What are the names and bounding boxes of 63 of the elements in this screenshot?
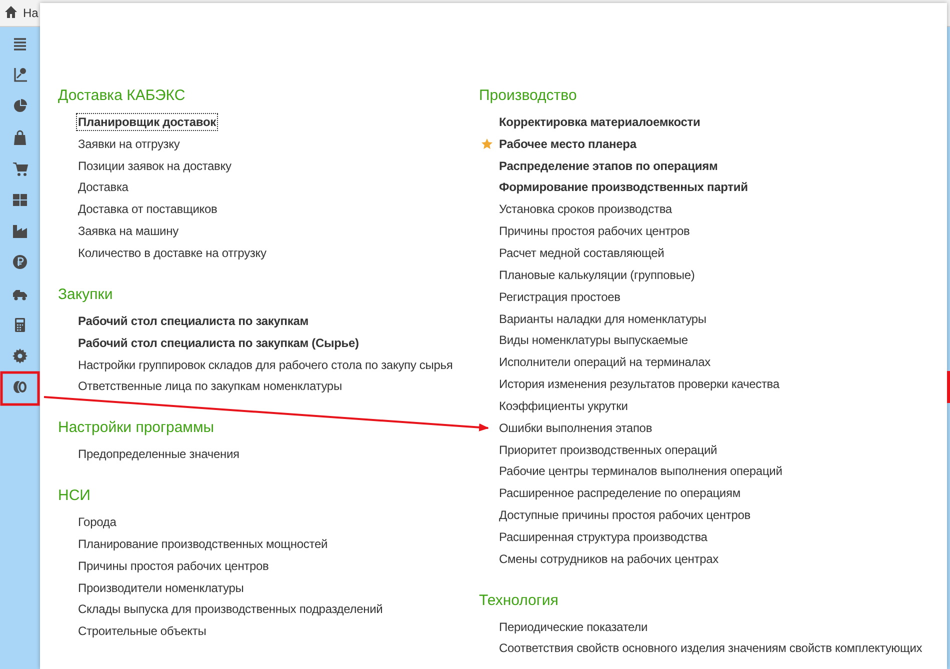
menu-link[interactable]: Распределение этапов по операциям xyxy=(498,158,719,174)
menu-link[interactable]: Количество в доставке на отгрузку xyxy=(77,244,268,261)
menu-link[interactable]: Корректировка материалоемкости xyxy=(498,114,702,130)
home-icon[interactable] xyxy=(4,5,18,19)
menu-link[interactable]: Формирование производственных партий xyxy=(498,179,749,196)
menu-link[interactable]: Доставка xyxy=(77,179,130,196)
menu-link[interactable]: Установка сроков производства xyxy=(498,201,673,218)
section-heading: НСИ xyxy=(58,486,92,506)
menu-link[interactable]: Периодические показатели xyxy=(498,618,649,635)
menu-link[interactable]: Склады выпуска для производственных подразделений xyxy=(77,601,384,618)
highlight-frame xyxy=(0,371,40,406)
section-heading: Доставка КАБЭКС xyxy=(58,86,186,106)
menu-link[interactable]: Причины простоя рабочих центров xyxy=(77,558,270,574)
highlight-frame xyxy=(947,371,950,403)
section-heading: Производство xyxy=(479,86,578,106)
menu-link[interactable]: История изменения результатов проверки качества xyxy=(498,376,780,392)
grid-icon[interactable] xyxy=(12,192,28,208)
menu-link[interactable]: Рабочий стол специалиста по закупкам (Сырье) xyxy=(77,334,360,351)
menu-link[interactable]: Строительные объекты xyxy=(77,623,208,640)
menu-link[interactable]: Планировщик доставок xyxy=(77,114,217,130)
gear-icon[interactable] xyxy=(12,348,28,364)
section-heading: Настройки программы xyxy=(58,418,216,438)
menu-link[interactable]: Города xyxy=(77,514,118,530)
shopping-bag-icon[interactable] xyxy=(12,130,28,146)
menu-link[interactable]: Доступные причины простоя рабочих центров xyxy=(498,507,752,524)
chart-axes-icon[interactable] xyxy=(12,67,28,84)
menu-link[interactable]: Предопределенные значения xyxy=(77,446,240,462)
menu-link[interactable]: Ответственные лица по закупкам номенклатуры xyxy=(77,378,343,394)
menu-link[interactable]: Приоритет производственных операций xyxy=(498,442,718,458)
ruble-coin-icon[interactable] xyxy=(12,254,28,270)
section-heading: Технология xyxy=(479,590,560,611)
menu-link[interactable]: Регистрация простоев xyxy=(498,288,622,305)
menu-link[interactable]: Соответствия свойств основного изделия значениям свойств комплектующих xyxy=(498,640,924,656)
menu-link[interactable]: Доставка от поставщиков xyxy=(77,201,218,218)
menu-link[interactable]: Расчет медной составляющей xyxy=(498,244,666,261)
menu-icon[interactable] xyxy=(12,36,28,52)
star-icon[interactable] xyxy=(481,138,493,150)
menu-link[interactable]: Смены сотрудников на рабочих центрах xyxy=(498,550,720,567)
menu-link[interactable]: Планирование производственных мощностей xyxy=(77,536,329,552)
menu-link[interactable]: Расширенное распределение по операциям xyxy=(498,485,742,502)
menu-link[interactable]: Варианты наладки для номенклатуры xyxy=(498,310,708,327)
factory-icon[interactable] xyxy=(12,223,28,240)
menu-link[interactable]: Позиции заявок на доставку xyxy=(77,158,232,174)
menu-link[interactable]: Причины простоя рабочих центров xyxy=(498,223,691,240)
cart-icon[interactable] xyxy=(12,160,28,177)
menu-link[interactable]: Рабочий стол специалиста по закупкам xyxy=(77,312,310,329)
menu-link[interactable]: Исполнители операций на терминалах xyxy=(498,354,712,370)
section-heading: Закупки xyxy=(58,284,114,305)
menu-link[interactable]: Виды номенклатуры выпускаемые xyxy=(498,332,689,348)
tab-label[interactable]: На xyxy=(23,6,38,20)
menu-link[interactable]: Расширенная структура производства xyxy=(498,528,708,545)
menu-link[interactable]: Производители номенклатуры xyxy=(77,580,245,596)
calculator-icon[interactable] xyxy=(12,316,28,333)
menu-link[interactable]: Ошибки выполнения этапов xyxy=(498,420,654,436)
pie-chart-icon[interactable] xyxy=(12,98,28,114)
menu-link[interactable]: Заявки на отгрузку xyxy=(77,136,181,152)
menu-link[interactable]: Рабочие центры терминалов выполнения операций xyxy=(498,463,784,480)
menu-link[interactable]: Рабочее место планера xyxy=(498,136,638,152)
menu-link[interactable]: Заявка на машину xyxy=(77,223,180,240)
menu-link[interactable]: Коэффициенты укрутки xyxy=(498,398,629,414)
menu-link[interactable]: Настройки группировок складов для рабочего стола по закупу сырья xyxy=(77,356,454,373)
coin-rolls-icon[interactable] xyxy=(12,379,28,396)
menu-link[interactable]: Плановые калькуляции (групповые) xyxy=(498,266,696,283)
